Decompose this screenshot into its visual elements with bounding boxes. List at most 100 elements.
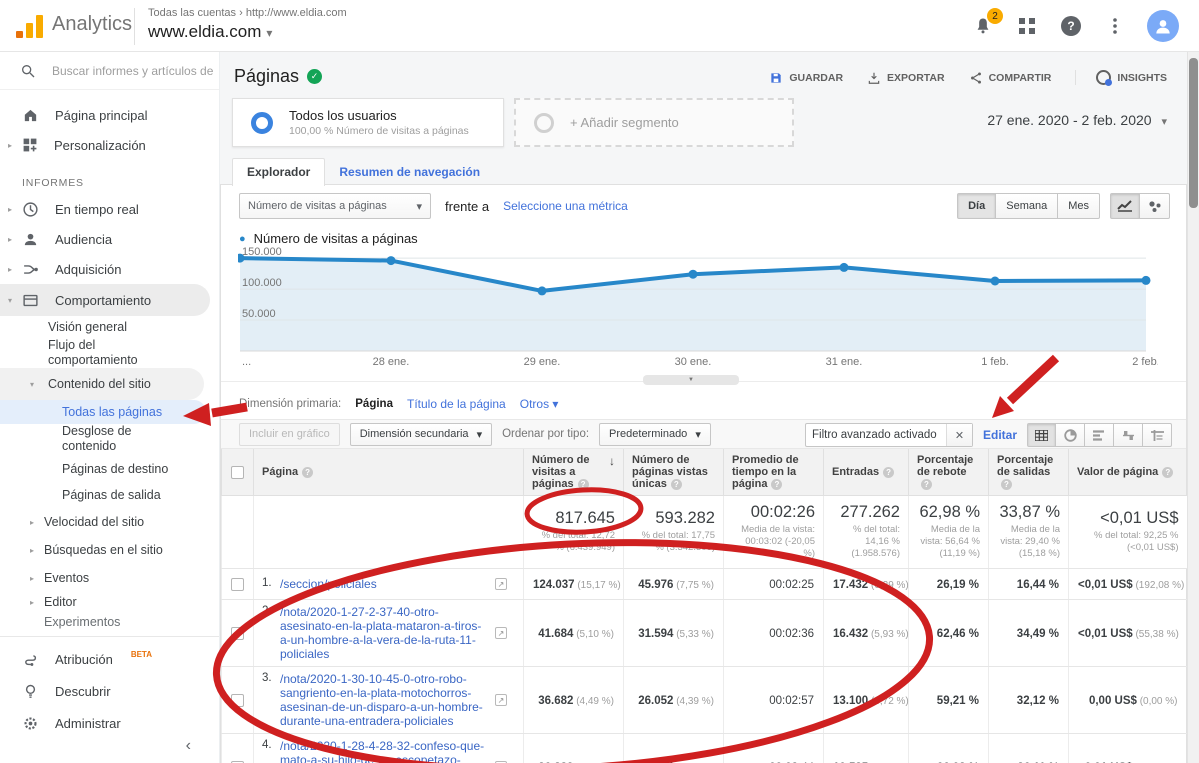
sidebar-item-behavior[interactable]: ▾ Comportamiento [0, 284, 210, 316]
sidebar-item-landing-pages[interactable]: Páginas de destino [0, 454, 219, 484]
export-button[interactable]: EXPORTAR [867, 70, 945, 85]
sidebar-item-publisher[interactable]: ▸ Editor [0, 590, 219, 614]
row-checkbox[interactable] [231, 694, 244, 707]
sidebar-item-events[interactable]: ▸ Eventos [0, 566, 219, 590]
granularity-day-button[interactable]: Día [957, 193, 996, 219]
sidebar-item-site-content[interactable]: ▾ Contenido del sitio [0, 368, 204, 400]
y-axis-label: 50.000 [242, 308, 276, 320]
sidebar-search[interactable]: Buscar informes y artículos de [0, 52, 219, 90]
pivot-view-button[interactable] [1143, 423, 1172, 447]
metric-value: 41.684 [538, 628, 573, 640]
sidebar-item-site-search[interactable]: ▸ Búsquedas en el sitio [0, 534, 219, 566]
select-all-checkbox[interactable] [231, 466, 244, 479]
sidebar-item-discover[interactable]: Descubrir [0, 675, 219, 707]
sidebar-item-attribution[interactable]: AtribuciónBETA [0, 643, 219, 675]
page-title: Páginas ✓ [234, 66, 322, 87]
share-button[interactable]: COMPARTIR [969, 70, 1052, 85]
col-rebote[interactable]: Porcentaje de rebote? [909, 449, 989, 496]
sidebar-item-site-speed[interactable]: ▸ Velocidad del sitio [0, 510, 219, 534]
help-button[interactable]: ? [1059, 14, 1083, 38]
clear-filter-button[interactable]: ✕ [946, 424, 972, 446]
page-link[interactable]: /nota/2020-1-30-10-45-0-otro-robo-sangri… [280, 672, 492, 728]
metric-pct: (4,72 %) [868, 696, 909, 707]
dimension-pagina[interactable]: Página [355, 398, 393, 410]
chart-point[interactable] [387, 256, 396, 265]
sidebar-item-all-pages[interactable]: Todas las páginas [0, 400, 206, 424]
dimension-titulo-link[interactable]: Título de la página [407, 397, 506, 411]
property-selector[interactable]: www.eldia.com▾ [148, 22, 272, 42]
page-link[interactable]: /nota/2020-1-27-2-37-40-otro-asesinato-e… [280, 605, 492, 661]
chart-collapse-handle[interactable]: ▼ [643, 375, 739, 385]
more-menu-button[interactable] [1103, 14, 1127, 38]
tab-resumen-navegacion[interactable]: Resumen de navegación [325, 159, 494, 186]
sidebar-item-content-drilldown[interactable]: Desglose de contenido [0, 424, 219, 454]
sidebar-item-acquisition[interactable]: ▸ Adquisición [0, 254, 219, 284]
sidebar-item-overview[interactable]: Visión general [0, 316, 219, 338]
row-rank: 2. [262, 605, 280, 617]
row-checkbox[interactable] [231, 627, 244, 640]
add-segment-button[interactable]: + Añadir segmento [514, 98, 794, 147]
chart-point[interactable] [689, 270, 698, 279]
percent-view-button[interactable] [1056, 423, 1085, 447]
chevron-down-icon: ▾ [477, 428, 483, 441]
notifications-button[interactable]: 2 [971, 14, 995, 38]
sidebar: Buscar informes y artículos de Página pr… [0, 52, 220, 763]
account-avatar[interactable] [1147, 10, 1179, 42]
dimension-otros-link[interactable]: Otros ▾ [520, 397, 559, 411]
col-valor[interactable]: Valor de página? [1069, 449, 1187, 496]
sidebar-item-home[interactable]: Página principal [0, 100, 219, 130]
chart-point[interactable] [840, 263, 849, 272]
sidebar-item-admin[interactable]: Administrar [0, 707, 219, 739]
sidebar-item-audience[interactable]: ▸ Audiencia [0, 224, 219, 254]
chart-point[interactable] [538, 286, 547, 295]
line-chart-button[interactable] [1110, 193, 1140, 219]
sidebar-item-behavior-flow[interactable]: Flujo del comportamiento [0, 338, 219, 368]
granularity-week-button[interactable]: Semana [996, 193, 1058, 219]
expand-icon: ▸ [30, 543, 34, 558]
performance-view-button[interactable] [1085, 423, 1114, 447]
open-page-icon[interactable]: ↗ [495, 627, 507, 639]
col-pagina[interactable]: Página? [254, 449, 524, 496]
sidebar-item-personalization[interactable]: ▸ Personalización [0, 130, 219, 160]
vertical-scrollbar[interactable] [1187, 52, 1199, 763]
edit-filter-link[interactable]: Editar [983, 428, 1017, 442]
metric-dropdown[interactable]: Número de visitas a páginas ▾ [239, 193, 431, 219]
comparison-view-button[interactable] [1114, 423, 1143, 447]
table-view-button[interactable] [1027, 423, 1056, 447]
page-link[interactable]: /seccion/policiales [280, 577, 492, 591]
motion-chart-button[interactable] [1140, 193, 1170, 219]
insights-button[interactable]: INSIGHTS [1075, 70, 1167, 85]
secondary-dimension-dropdown[interactable]: Dimensión secundaria ▾ [350, 423, 492, 446]
col-vistas-unicas[interactable]: Número de páginas vistas únicas? [624, 449, 724, 496]
sidebar-item-experiments[interactable]: Experimentos [0, 614, 219, 630]
select-metric-link[interactable]: Seleccione una métrica [503, 199, 628, 213]
filter-input[interactable] [806, 424, 946, 446]
metric-value: 62,46 % [937, 628, 979, 640]
chart-point[interactable] [991, 277, 1000, 286]
sidebar-collapse-button[interactable]: ‹ [186, 737, 191, 755]
scrollbar-thumb[interactable] [1189, 58, 1198, 208]
metric-pct: (15,17 %) [575, 580, 621, 591]
col-salidas[interactable]: Porcentaje de salidas? [989, 449, 1069, 496]
tab-explorador[interactable]: Explorador [232, 158, 325, 186]
pivot-icon [1151, 430, 1164, 441]
apps-grid-button[interactable] [1015, 14, 1039, 38]
sort-type-dropdown[interactable]: Predeterminado ▾ [599, 423, 711, 446]
table-icon [1035, 430, 1048, 441]
open-page-icon[interactable]: ↗ [495, 578, 507, 590]
col-tiempo[interactable]: Promedio de tiempo en la página? [724, 449, 824, 496]
date-range-selector[interactable]: 27 ene. 2020 - 2 feb. 2020 ▾ [987, 112, 1167, 128]
page-link[interactable]: /nota/2020-1-28-4-28-32-confeso-que-mato… [280, 739, 492, 763]
granularity-month-button[interactable]: Mes [1058, 193, 1100, 219]
sidebar-item-realtime[interactable]: ▸ En tiempo real [0, 194, 219, 224]
col-visitas[interactable]: ↓Número de visitas a páginas? [524, 449, 624, 496]
row-checkbox[interactable] [231, 578, 244, 591]
sidebar-item-exit-pages[interactable]: Páginas de salida [0, 484, 219, 506]
include-in-chart-button[interactable]: Incluir en gráfico [239, 423, 340, 446]
open-page-icon[interactable]: ↗ [495, 694, 507, 706]
save-button[interactable]: GUARDAR [769, 70, 843, 85]
col-entradas[interactable]: Entradas? [824, 449, 909, 496]
metric-value: 17.432 [833, 579, 868, 591]
segment-all-users[interactable]: Todos los usuarios 100,00 % Número de vi… [232, 98, 504, 147]
chart-point[interactable] [1142, 276, 1151, 285]
